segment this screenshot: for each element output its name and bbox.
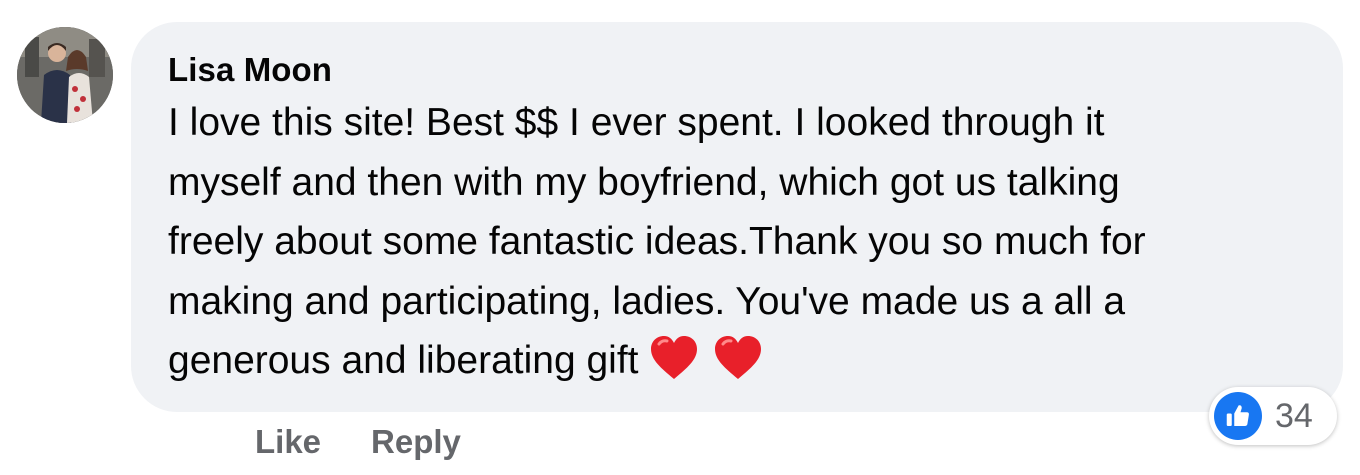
comment-bubble: Lisa Moon I love this site! Best $$ I ev… <box>131 22 1343 412</box>
avatar[interactable] <box>17 27 113 123</box>
comment-actions: Like Reply <box>255 422 461 462</box>
comment-body: I love this site! Best $$ I ever spent. … <box>168 93 1307 391</box>
avatar-photo <box>17 27 113 123</box>
reply-button[interactable]: Reply <box>371 422 461 462</box>
reaction-summary[interactable]: 34 <box>1209 387 1337 445</box>
thumbs-up-icon <box>1214 392 1262 440</box>
red-heart-icon <box>714 336 761 379</box>
like-button[interactable]: Like <box>255 422 321 462</box>
reaction-count: 34 <box>1275 396 1313 435</box>
comment-author[interactable]: Lisa Moon <box>168 50 1307 90</box>
red-heart-icon <box>650 336 697 379</box>
